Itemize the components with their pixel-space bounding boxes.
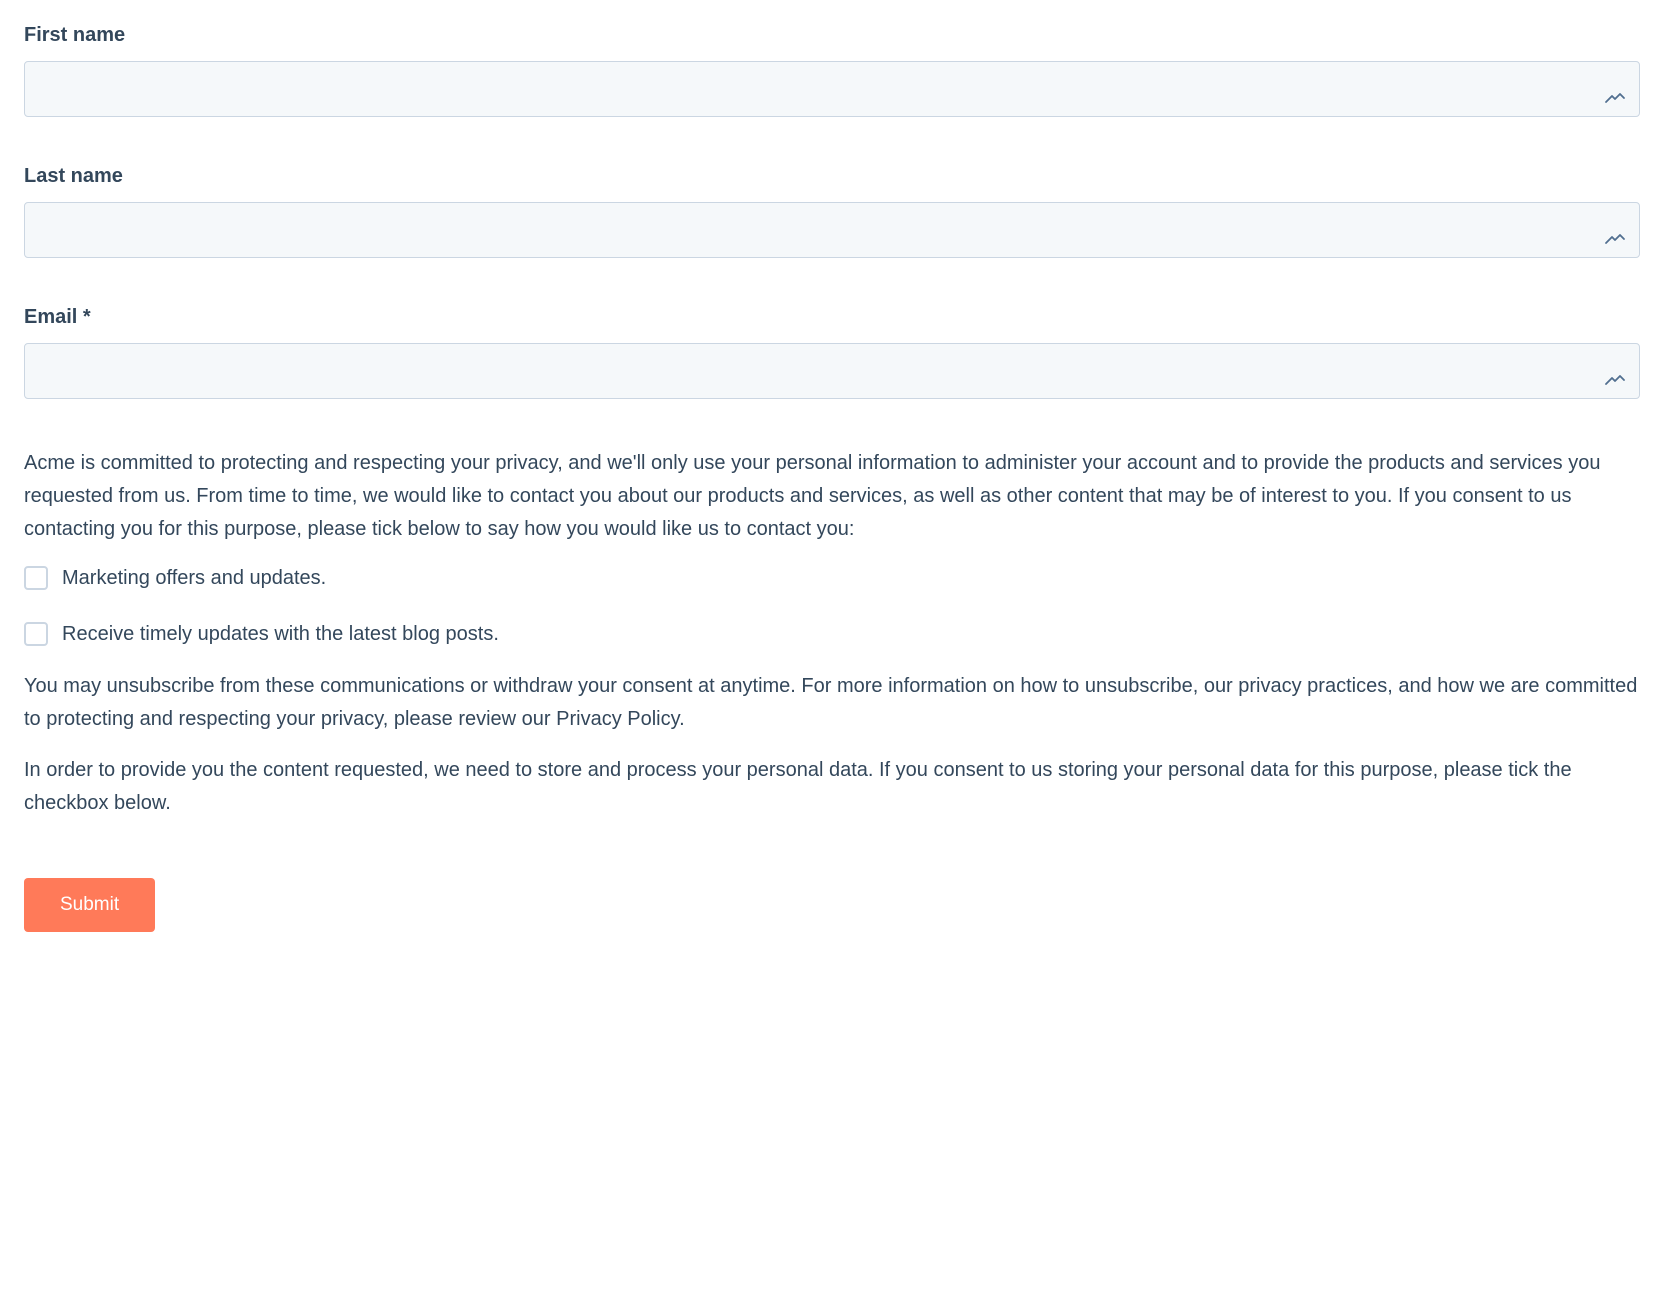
marketing-checkbox[interactable] (24, 566, 48, 590)
submit-button[interactable]: Submit (24, 878, 155, 932)
privacy-intro-text: Acme is committed to protecting and resp… (24, 447, 1640, 546)
email-label: Email * (24, 306, 1640, 329)
first-name-field-group: First name (24, 24, 1640, 117)
checkbox-item-marketing: Marketing offers and updates. (24, 566, 1640, 590)
consent-text: In order to provide you the content requ… (24, 754, 1640, 820)
last-name-field-group: Last name (24, 165, 1640, 258)
marketing-checkbox-label[interactable]: Marketing offers and updates. (62, 567, 326, 590)
last-name-input-wrapper (24, 202, 1640, 258)
email-field-group: Email * (24, 306, 1640, 399)
email-input[interactable] (24, 343, 1640, 399)
first-name-label: First name (24, 24, 1640, 47)
blog-updates-checkbox-label[interactable]: Receive timely updates with the latest b… (62, 623, 499, 646)
checkbox-item-blog: Receive timely updates with the latest b… (24, 622, 1640, 646)
privacy-section: Acme is committed to protecting and resp… (24, 447, 1640, 820)
unsubscribe-text: You may unsubscribe from these communica… (24, 670, 1640, 736)
blog-updates-checkbox[interactable] (24, 622, 48, 646)
email-input-wrapper (24, 343, 1640, 399)
last-name-label: Last name (24, 165, 1640, 188)
first-name-input[interactable] (24, 61, 1640, 117)
last-name-input[interactable] (24, 202, 1640, 258)
consent-checkbox-group: Marketing offers and updates. Receive ti… (24, 566, 1640, 646)
first-name-input-wrapper (24, 61, 1640, 117)
form-container: First name Last name Email * (24, 24, 1640, 932)
